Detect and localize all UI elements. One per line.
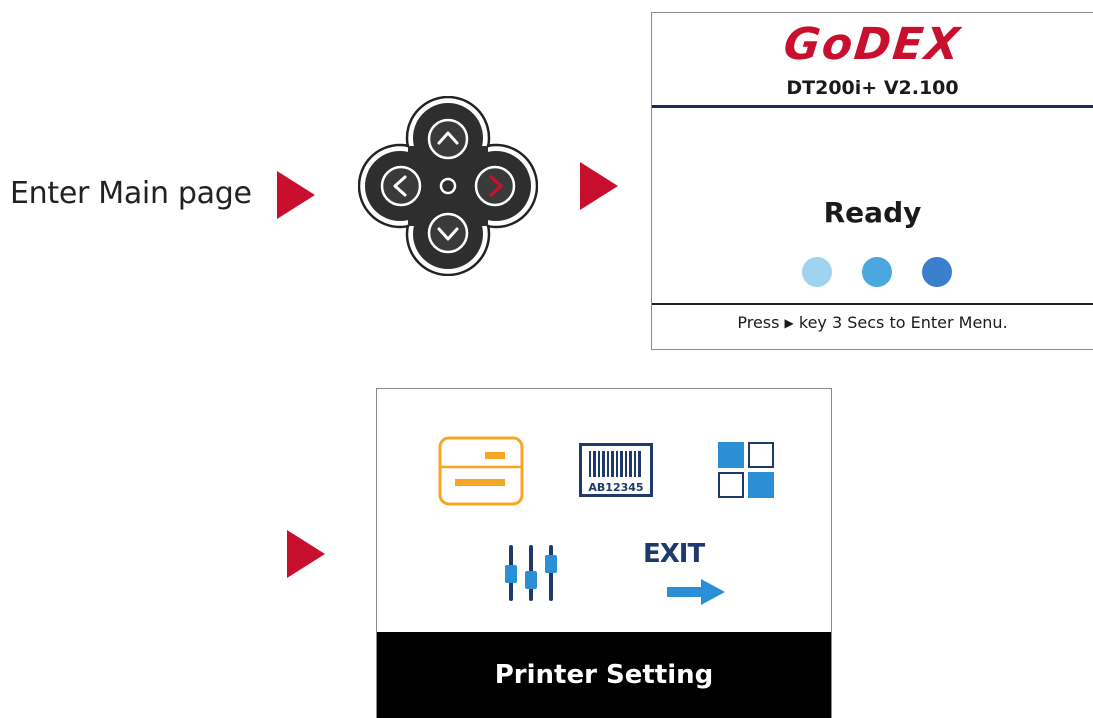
navigation-keypad [357, 95, 539, 277]
right-key[interactable] [473, 164, 517, 208]
settings-grid-icon[interactable] [717, 441, 775, 504]
model-version: DT200i+ V2.100 [786, 77, 959, 99]
barcode-icon[interactable]: AB12345 [579, 443, 653, 502]
chevron-left-icon [380, 165, 422, 207]
label-setting-icon[interactable] [437, 435, 525, 512]
down-key[interactable] [426, 211, 470, 255]
flow-arrow-1 [277, 171, 315, 219]
right-triangle-icon: ▶ [784, 316, 794, 330]
selected-menu-label: Printer Setting [377, 632, 831, 718]
menu-screen: AB12345 EXIT Printer Setting [376, 388, 832, 718]
header-divider [652, 105, 1093, 108]
main-screen: GoDEX DT200i+ V2.100 Ready Press ▶ key 3… [651, 12, 1093, 350]
status-dot-2 [862, 257, 892, 287]
status-dot-3 [922, 257, 952, 287]
brand-logo: GoDEX [781, 19, 964, 70]
left-key[interactable] [379, 164, 423, 208]
footer-divider [652, 303, 1093, 305]
chevron-right-icon [474, 165, 516, 207]
chevron-up-icon [427, 118, 469, 160]
hint-prefix: Press [737, 313, 780, 332]
status-dot-1 [802, 257, 832, 287]
flow-arrow-3 [287, 530, 325, 578]
hint-suffix: key 3 Secs to Enter Menu. [798, 313, 1008, 332]
chevron-down-icon [427, 212, 469, 254]
flow-arrow-2 [580, 162, 618, 210]
up-key[interactable] [426, 117, 470, 161]
status-text: Ready [823, 196, 922, 229]
exit-arrow-icon[interactable] [667, 579, 727, 610]
ok-circle-icon [439, 177, 457, 195]
ok-key[interactable] [438, 176, 458, 196]
exit-label[interactable]: EXIT [643, 539, 705, 569]
menu-hint: Press ▶ key 3 Secs to Enter Menu. [652, 313, 1093, 332]
sliders-icon[interactable] [501, 543, 561, 608]
barcode-text: AB12345 [588, 481, 643, 494]
step-label: Enter Main page [10, 176, 252, 211]
